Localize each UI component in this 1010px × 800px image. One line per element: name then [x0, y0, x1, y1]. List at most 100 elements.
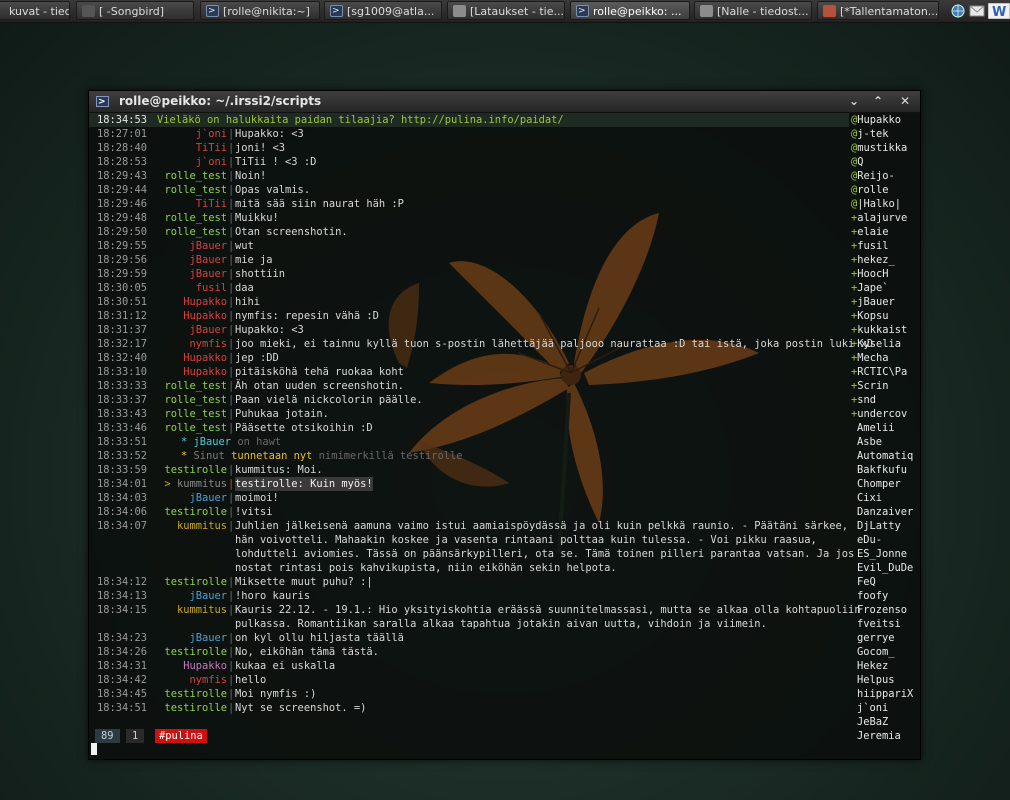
input-cursor[interactable]	[91, 743, 97, 755]
task-lataukset[interactable]: [Lataukset - tie...	[447, 1, 565, 20]
nicklist-item[interactable]: Danzaiver	[851, 505, 919, 519]
nicklist-item[interactable]: Cixi	[851, 491, 919, 505]
nicklist-item[interactable]: Chomper	[851, 477, 919, 491]
nicklist-item[interactable]: +Jape`	[851, 281, 919, 295]
nicklist-item[interactable]: ES_Jonne	[851, 547, 919, 561]
nick[interactable]: > kummitus	[155, 477, 227, 491]
nick[interactable]: TiTii	[155, 197, 227, 211]
task-songbird[interactable]: [ -Songbird]	[76, 1, 194, 20]
task-rolle-peikko[interactable]: rolle@peikko: ...	[570, 1, 690, 20]
nicklist-item[interactable]: foofy	[851, 589, 919, 603]
nicklist-item[interactable]: +snd	[851, 393, 919, 407]
nick[interactable]: jBauer	[155, 491, 227, 505]
maximize-button[interactable]: ⌃	[870, 94, 886, 108]
nicklist-item[interactable]: @j-tek	[851, 127, 919, 141]
nicklist-item[interactable]: gerrye	[851, 631, 919, 645]
nicklist-item[interactable]: Asbe	[851, 435, 919, 449]
nicklist-item[interactable]: +undercov	[851, 407, 919, 421]
nick[interactable]: testirolle	[155, 575, 227, 589]
nick[interactable]: jBauer	[155, 589, 227, 603]
nicklist-item[interactable]: j`oni	[851, 701, 919, 715]
task-nalle[interactable]: [Nalle - tiedost...	[694, 1, 812, 20]
nicklist-item[interactable]: @mustikka	[851, 141, 919, 155]
minimize-button[interactable]: ⌄	[846, 94, 862, 108]
mail-icon[interactable]	[969, 3, 985, 19]
terminal-content[interactable]: 18:34:53 Vieläkö on halukkaita paidan ti…	[89, 113, 920, 759]
nick[interactable]: kummitus	[155, 603, 227, 617]
task-kuvat[interactable]: kuvat - tied...	[0, 1, 70, 20]
nicklist-item[interactable]: Automatiq	[851, 449, 919, 463]
nick[interactable]: Hupakko	[155, 659, 227, 673]
nicklist-item[interactable]: Gocom_	[851, 645, 919, 659]
nicklist-item[interactable]: JeBaZ	[851, 715, 919, 729]
nick[interactable]: testirolle	[155, 645, 227, 659]
nicklist-item[interactable]: +Scrin	[851, 379, 919, 393]
nick[interactable]: Hupakko	[155, 351, 227, 365]
nick[interactable]: rolle_test	[155, 225, 227, 239]
nicklist-item[interactable]: +HoocH	[851, 267, 919, 281]
nicklist-item[interactable]: Hekez	[851, 659, 919, 673]
nick[interactable]: rolle_test	[155, 211, 227, 225]
nick[interactable]: kummitus	[155, 519, 227, 533]
topic-text[interactable]: Vieläkö on halukkaita paidan tilaajia? h…	[157, 113, 564, 127]
close-button[interactable]: ✕	[897, 94, 913, 108]
nick[interactable]: testirolle	[155, 687, 227, 701]
status-channel[interactable]: #pulina	[155, 729, 207, 743]
nicklist-item[interactable]: +jBauer	[851, 295, 919, 309]
nicklist-item[interactable]: FeQ	[851, 575, 919, 589]
nicklist-item[interactable]: Frozenso	[851, 603, 919, 617]
nick[interactable]: rolle_test	[155, 379, 227, 393]
nick-text[interactable]: jBauer	[194, 436, 232, 448]
nicklist-item[interactable]: +kukkaist	[851, 323, 919, 337]
nicklist-item[interactable]: +alajurve	[851, 211, 919, 225]
nicklist-item[interactable]: hiippariX	[851, 687, 919, 701]
nick[interactable]: rolle_test	[155, 421, 227, 435]
nick[interactable]: j`oni	[155, 127, 227, 141]
nick[interactable]: fusil	[155, 281, 227, 295]
nick[interactable]: Hupakko	[155, 295, 227, 309]
nick[interactable]: rolle_test	[155, 393, 227, 407]
nick[interactable]: jBauer	[155, 253, 227, 267]
nicklist-item[interactable]: +Mecha	[851, 351, 919, 365]
nicklist-item[interactable]: @rolle	[851, 183, 919, 197]
task-sg1009[interactable]: [sg1009@atla...	[324, 1, 442, 20]
nick[interactable]: Hupakko	[155, 309, 227, 323]
nicklist-item[interactable]: +Kyselia	[851, 337, 919, 351]
writer-icon[interactable]: W	[988, 3, 1010, 19]
nicklist-item[interactable]: DjLatty	[851, 519, 919, 533]
task-tallentamaton[interactable]: [*Tallentamaton...	[817, 1, 939, 20]
nicklist-item[interactable]: @|Halko|	[851, 197, 919, 211]
nicklist-item[interactable]: @Q	[851, 155, 919, 169]
nick[interactable]: rolle_test	[155, 407, 227, 421]
nicklist-item[interactable]: +elaie	[851, 225, 919, 239]
nick[interactable]: testirolle	[155, 463, 227, 477]
nicklist-item[interactable]: Amelii	[851, 421, 919, 435]
nicklist-item[interactable]: eDu-	[851, 533, 919, 547]
nicklist-item[interactable]: @Hupakko	[851, 113, 919, 127]
window-titlebar[interactable]: rolle@peikko: ~/.irssi2/scripts ⌄ ⌃ ✕	[89, 91, 920, 113]
nicklist-item[interactable]: +fusil	[851, 239, 919, 253]
nick[interactable]: nymfis	[155, 337, 227, 351]
nicklist-item[interactable]: fveitsi	[851, 617, 919, 631]
nicklist-item[interactable]: Jeremia	[851, 729, 919, 743]
nick[interactable]: jBauer	[155, 267, 227, 281]
nick[interactable]: j`oni	[155, 155, 227, 169]
nicklist-item[interactable]: Helpus	[851, 673, 919, 687]
nicklist-item[interactable]: Bakfkufu	[851, 463, 919, 477]
nick[interactable]: rolle_test	[155, 169, 227, 183]
nicklist-item[interactable]: @Reijo-	[851, 169, 919, 183]
nicklist-item[interactable]: Evil_DuDe	[851, 561, 919, 575]
nick[interactable]: rolle_test	[155, 183, 227, 197]
nick[interactable]: jBauer	[155, 239, 227, 253]
nicklist-item[interactable]: +hekez_	[851, 253, 919, 267]
nick[interactable]: testirolle	[155, 701, 227, 715]
nick[interactable]: jBauer	[155, 323, 227, 337]
nicklist-item[interactable]: +Kopsu	[851, 309, 919, 323]
nick[interactable]: testirolle	[155, 505, 227, 519]
nick[interactable]: nymfis	[155, 673, 227, 687]
task-rolle-nikita[interactable]: [rolle@nikita:~]	[200, 1, 320, 20]
nick[interactable]: Hupakko	[155, 365, 227, 379]
nicklist-item[interactable]: +RCTIC\Pa	[851, 365, 919, 379]
network-icon[interactable]	[950, 3, 966, 19]
nick[interactable]: TiTii	[155, 141, 227, 155]
